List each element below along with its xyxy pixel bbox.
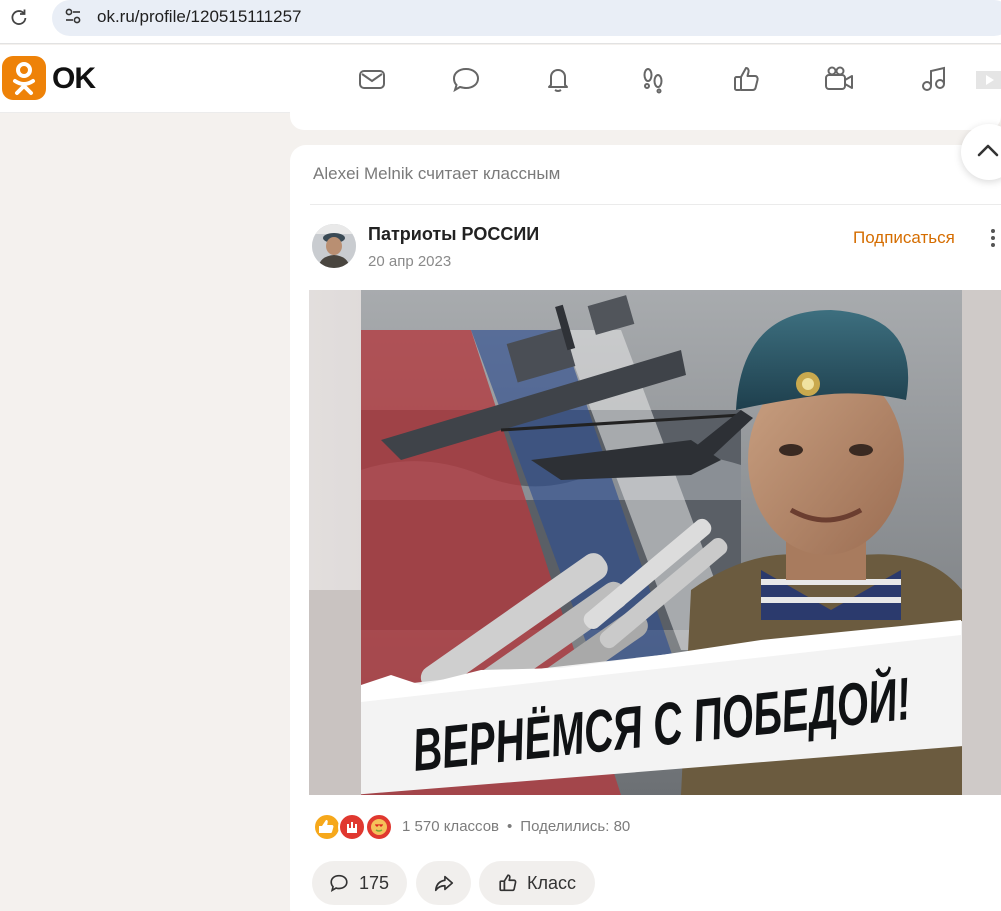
left-sidebar <box>0 114 290 911</box>
reload-icon[interactable] <box>9 7 29 27</box>
url-text[interactable]: ok.ru/profile/120515111257 <box>97 7 301 27</box>
reactions-summary[interactable] <box>313 813 403 841</box>
browser-address-bar: ok.ru/profile/120515111257 <box>0 0 1001 44</box>
separator-dot: • <box>507 818 513 835</box>
ok-logo-icon[interactable] <box>2 56 46 100</box>
share-icon <box>434 875 453 892</box>
liked-by-text: Alexei Melnik считает классным <box>313 164 561 183</box>
guests-icon[interactable] <box>637 63 669 95</box>
divider <box>310 204 1001 205</box>
post-date[interactable]: 20 апр 2023 <box>368 253 451 270</box>
shares-count[interactable]: Поделились: 80 <box>520 818 630 835</box>
subscribe-button[interactable]: Подписаться <box>853 228 955 248</box>
group-avatar[interactable] <box>312 224 356 268</box>
reactions-counts: 1 570 классов • Поделились: 80 <box>402 818 630 835</box>
comments-count: 175 <box>359 872 390 893</box>
video-icon[interactable] <box>823 63 855 95</box>
likes-icon[interactable] <box>731 63 763 95</box>
rock-reaction-icon <box>338 813 366 841</box>
notifications-icon[interactable] <box>542 63 574 95</box>
classes-count[interactable]: 1 570 классов <box>402 818 499 835</box>
ok-logo-text[interactable]: OK <box>52 62 96 96</box>
like-button[interactable]: Класс <box>479 861 595 905</box>
share-button[interactable] <box>416 861 471 905</box>
like-label: Класс <box>527 872 576 893</box>
thumbs-up-icon <box>499 874 517 892</box>
comments-button[interactable]: 175 <box>312 861 407 905</box>
post-image[interactable]: ВЕРНЁМСЯ С ПОБЕДОЙ! <box>361 290 962 795</box>
games-icon[interactable] <box>972 63 1001 95</box>
discussions-icon[interactable] <box>450 63 482 95</box>
music-icon[interactable] <box>917 63 949 95</box>
group-name[interactable]: Патриоты РОССИИ <box>368 224 539 245</box>
comment-icon <box>330 874 348 893</box>
scroll-up-button[interactable] <box>961 124 1001 180</box>
love-reaction-icon <box>365 813 393 841</box>
like-reaction-icon <box>313 813 341 841</box>
site-settings-icon[interactable] <box>62 5 84 27</box>
mail-icon[interactable] <box>356 63 388 95</box>
previous-post-card <box>290 100 1001 130</box>
more-options-icon[interactable] <box>986 226 1000 250</box>
